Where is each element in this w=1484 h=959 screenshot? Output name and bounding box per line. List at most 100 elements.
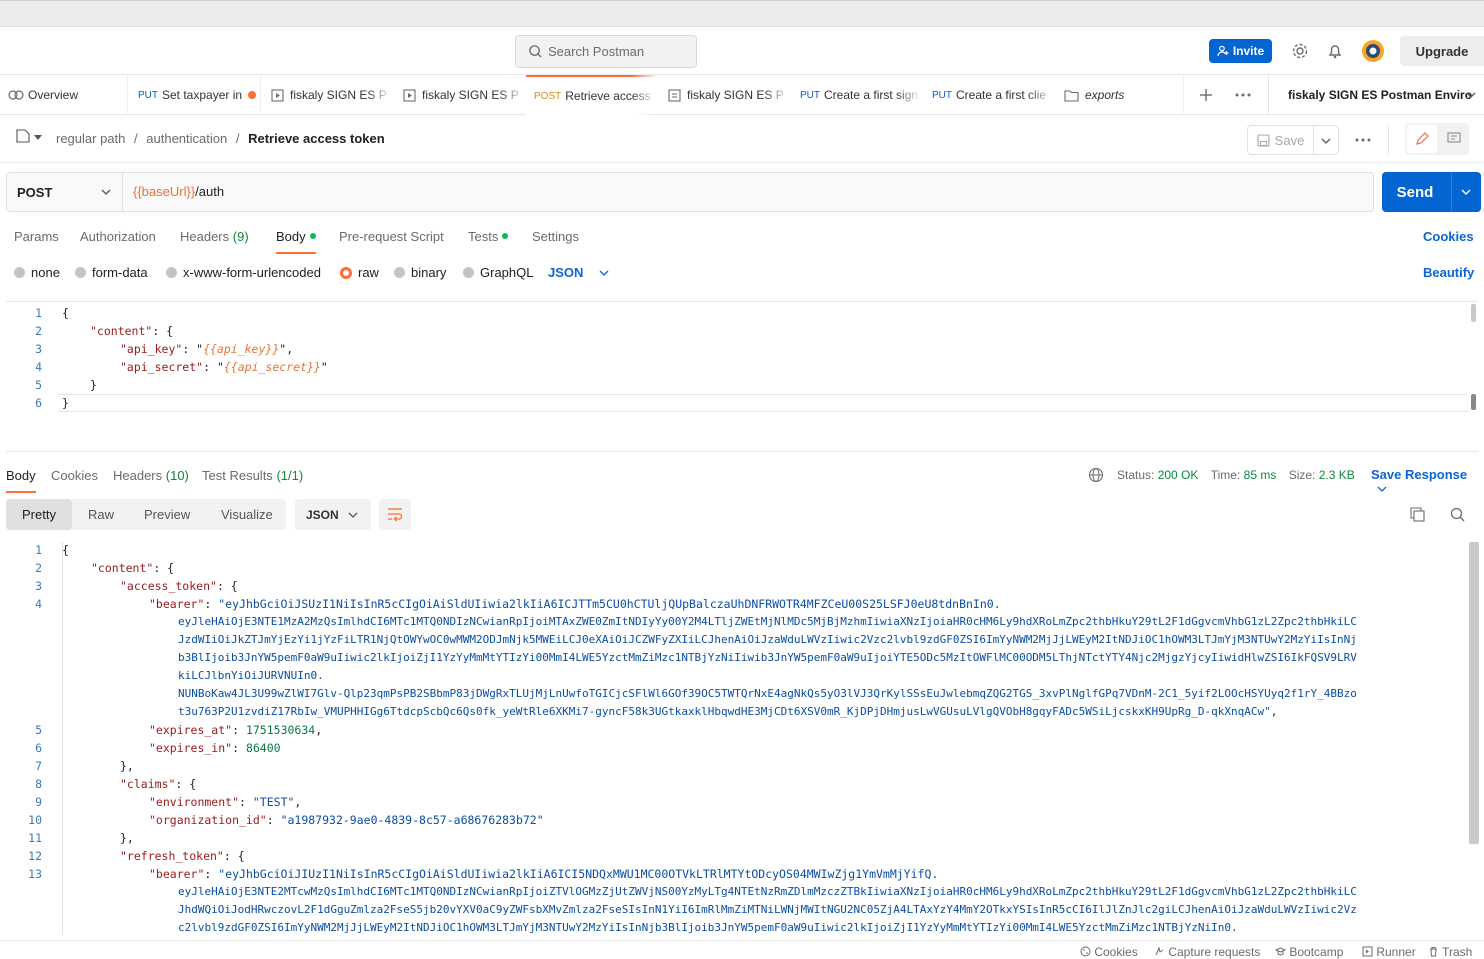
avatar[interactable] — [1361, 39, 1385, 63]
breadcrumb-item[interactable]: regular path — [56, 131, 125, 146]
tab-create-first-client[interactable]: PUT Create a first clie — [924, 75, 1054, 115]
view-pretty[interactable]: Pretty — [6, 499, 72, 530]
invite-button[interactable]: Invite — [1209, 39, 1272, 63]
tab-pre-request-script[interactable]: Pre-request Script — [339, 229, 444, 244]
tab-tests[interactable]: Tests — [468, 229, 509, 244]
status-bar: Cookies Capture requests Bootcamp Runner… — [0, 940, 1484, 959]
edit-mode-button[interactable] — [1407, 125, 1437, 153]
page-title[interactable]: Retrieve access token — [248, 131, 385, 146]
chevron-down-icon[interactable] — [1466, 92, 1476, 98]
comments-icon[interactable] — [1447, 132, 1461, 145]
tab-create-first-sign[interactable]: PUT Create a first sign — [792, 75, 922, 115]
bootcamp-icon — [1274, 947, 1287, 956]
new-tab-icon[interactable] — [1199, 88, 1213, 102]
globe-icon[interactable] — [1088, 467, 1104, 483]
statusbar-cookies[interactable]: Cookies — [1080, 945, 1138, 959]
trash-icon — [1430, 947, 1437, 957]
scrollbar-thumb[interactable] — [1471, 394, 1476, 410]
status-badge[interactable]: 200 OK — [1158, 468, 1199, 482]
json-value: kiLCJlbnYiOiJURVNUIn0. — [178, 669, 324, 682]
environment-selector[interactable]: fiskaly SIGN ES Postman Enviro — [1288, 88, 1472, 102]
tab-label: fiskaly SIGN ES P — [422, 88, 519, 102]
response-size[interactable]: 2.3 KB — [1319, 468, 1355, 482]
request-body-editor[interactable]: 1 2 3 4 5 6 { "content": { "api_key": "{… — [6, 301, 1478, 452]
radio-raw[interactable]: raw — [340, 265, 379, 280]
active-line — [58, 394, 1468, 412]
radio-none[interactable]: none — [14, 265, 60, 280]
response-tab-test-results[interactable]: Test Results (1/1) — [202, 468, 303, 483]
response-tab-body[interactable]: Body — [6, 468, 36, 493]
tab-params[interactable]: Params — [14, 229, 59, 244]
tab-collection-2[interactable]: fiskaly SIGN ES P — [395, 75, 525, 115]
tab-exports[interactable]: exports — [1056, 75, 1184, 115]
gear-icon[interactable] — [1291, 42, 1309, 60]
json-value: "eyJhbGciOiJIUzI1NiIsInR5cCIgOiAiSldUIiw… — [218, 867, 939, 881]
bell-icon[interactable] — [1326, 42, 1344, 60]
radio-label: raw — [358, 265, 379, 280]
request-file-icon[interactable] — [16, 129, 30, 143]
response-format-select[interactable]: JSON — [295, 499, 371, 530]
tab-body[interactable]: Body — [276, 229, 316, 254]
beautify-link[interactable]: Beautify — [1423, 265, 1474, 280]
upgrade-button[interactable]: Upgrade — [1400, 36, 1484, 66]
json-key: "content" — [91, 561, 154, 575]
send-label: Send — [1396, 183, 1434, 201]
save-icon — [1257, 133, 1270, 147]
chevron-down-icon[interactable] — [1461, 189, 1471, 195]
statusbar-trash[interactable]: Trash — [1428, 945, 1472, 959]
response-tab-cookies[interactable]: Cookies — [51, 468, 98, 483]
view-visualize[interactable]: Visualize — [221, 499, 273, 530]
response-body-viewer[interactable]: 1 2 3 4 5 6 7 8 9 10 11 12 13 { "content… — [0, 540, 1468, 935]
copy-icon[interactable] — [1410, 507, 1425, 522]
radio-binary[interactable]: binary — [394, 265, 446, 280]
send-button[interactable]: Send — [1382, 172, 1481, 212]
cookies-link[interactable]: Cookies — [1423, 229, 1474, 244]
view-preview[interactable]: Preview — [144, 499, 190, 530]
radio-graphql[interactable]: GraphQL — [463, 265, 533, 280]
tab-collection-3[interactable]: fiskaly SIGN ES P — [660, 75, 790, 115]
tab-settings[interactable]: Settings — [532, 229, 579, 244]
scrollbar-thumb[interactable] — [1469, 542, 1479, 844]
statusbar-bootcamp[interactable]: Bootcamp — [1274, 945, 1343, 959]
tab-headers[interactable]: Headers (9) — [180, 229, 249, 244]
save-dropdown-button[interactable] — [1314, 125, 1339, 155]
search-icon[interactable] — [1450, 507, 1465, 522]
body-format-select[interactable]: JSON — [548, 265, 609, 280]
search-input[interactable]: Search Postman — [515, 35, 697, 68]
more-options-icon[interactable] — [1355, 138, 1371, 142]
url-path: /auth — [195, 184, 225, 199]
wrap-lines-button[interactable] — [379, 499, 411, 530]
radio-form-data[interactable]: form-data — [75, 265, 148, 280]
statusbar-runner[interactable]: Runner — [1362, 945, 1416, 959]
response-time[interactable]: 85 ms — [1244, 468, 1277, 482]
tab-collection-1[interactable]: fiskaly SIGN ES P — [263, 75, 393, 115]
response-tab-headers[interactable]: Headers (10) — [113, 468, 189, 483]
tab-set-taxpayer[interactable]: PUT Set taxpayer in — [130, 75, 261, 115]
save-button[interactable]: Save — [1247, 125, 1314, 155]
chevron-down-icon — [101, 189, 111, 195]
json-value: eyJleHAiOjE3NTE2MTcwMzQsImlhdCI6MTc1MTQ0… — [178, 885, 1357, 898]
tab-authorization[interactable]: Authorization — [80, 229, 156, 244]
format-label: JSON — [306, 507, 339, 522]
json-key: "bearer" — [149, 597, 205, 611]
chevron-down-icon[interactable] — [34, 135, 42, 140]
radio-label: none — [31, 265, 60, 280]
json-key: "refresh_token" — [120, 849, 224, 863]
scrollbar[interactable] — [1471, 304, 1476, 322]
breadcrumb-item[interactable]: authentication — [146, 131, 227, 146]
statusbar-capture[interactable]: Capture requests — [1154, 945, 1260, 959]
radio-label: GraphQL — [480, 265, 534, 280]
tests-count: (1/1) — [276, 468, 304, 483]
runner-icon — [271, 88, 284, 102]
radio-urlencoded[interactable]: x-www-form-urlencoded — [166, 265, 321, 280]
method-select[interactable]: POST — [7, 173, 123, 211]
tab-retrieve-access[interactable]: POST Retrieve access — [526, 75, 658, 115]
json-value: 1751530634 — [245, 723, 316, 737]
more-tabs-icon[interactable] — [1235, 93, 1251, 97]
url-input[interactable]: {{baseUrl}}/auth — [133, 184, 224, 199]
divider — [1268, 75, 1269, 115]
view-raw[interactable]: Raw — [88, 499, 114, 530]
tab-overview[interactable]: Overview — [0, 75, 128, 115]
save-response-button[interactable]: Save Response — [1371, 467, 1484, 497]
tab-label: fiskaly SIGN ES P — [290, 88, 387, 102]
